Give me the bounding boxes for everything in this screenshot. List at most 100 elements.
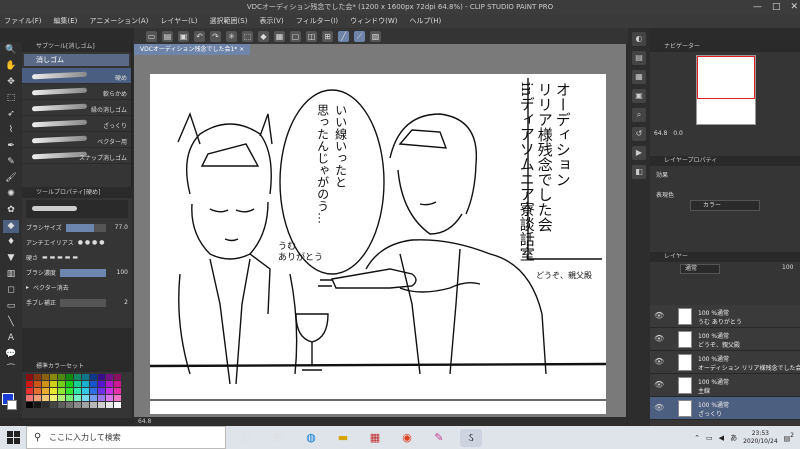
color-swatch[interactable] bbox=[114, 395, 121, 401]
save-icon[interactable]: ▣ bbox=[178, 30, 189, 42]
subtool-tab-eraser[interactable]: 消しゴム bbox=[24, 54, 129, 66]
item-bank-icon[interactable]: ◧ bbox=[632, 165, 646, 179]
color-swatch[interactable] bbox=[58, 388, 65, 394]
color-swatch[interactable] bbox=[98, 381, 105, 387]
stabilization-slider[interactable] bbox=[60, 298, 106, 307]
fill-icon[interactable]: ◆ bbox=[258, 30, 269, 42]
color-swatch[interactable] bbox=[26, 374, 33, 380]
invert-icon[interactable]: ◫ bbox=[306, 30, 317, 42]
zoom-tool-icon[interactable]: 🔍 bbox=[3, 44, 19, 57]
menu-help[interactable]: ヘルプ(H) bbox=[409, 16, 441, 26]
file-explorer-icon[interactable]: ▬ bbox=[332, 429, 354, 447]
decoration-tool-icon[interactable]: ✿ bbox=[3, 204, 19, 217]
menu-window[interactable]: ウィンドウ(W) bbox=[350, 16, 397, 26]
select-all-icon[interactable]: ▦ bbox=[274, 30, 285, 42]
color-swatch[interactable] bbox=[74, 388, 81, 394]
layer-row[interactable]: 👁 100 %通常 オーディション リリア様残念でした会 inディア bbox=[650, 351, 800, 374]
color-swatch[interactable] bbox=[114, 388, 121, 394]
blend-tool-icon[interactable]: ♦ bbox=[3, 236, 19, 249]
color-swatch[interactable] bbox=[74, 395, 81, 401]
color-swatch[interactable] bbox=[42, 395, 49, 401]
blend-mode-select[interactable]: 通常 bbox=[680, 264, 720, 274]
ruler-tool-icon[interactable]: ╲ bbox=[3, 316, 19, 329]
brush-size-slider[interactable] bbox=[65, 223, 106, 232]
color-swatch[interactable] bbox=[42, 381, 49, 387]
color-swatch[interactable] bbox=[74, 381, 81, 387]
color-swatch[interactable] bbox=[66, 395, 73, 401]
canvas-area[interactable]: VDCオーディション残念でした会1* × オーディション リリア様残念でした会 … bbox=[134, 44, 626, 418]
color-swatch[interactable] bbox=[66, 388, 73, 394]
color-swatch[interactable] bbox=[58, 402, 65, 408]
layer-opacity-value[interactable]: 100 bbox=[782, 264, 793, 271]
brush-item[interactable]: 軟らかめ bbox=[22, 84, 131, 100]
color-swatch[interactable] bbox=[74, 374, 81, 380]
layer-row[interactable]: 👁 100 %通常 うむ ありがとう bbox=[650, 305, 800, 328]
clip-studio-paint-icon[interactable]: ✎ bbox=[428, 429, 450, 447]
menu-edit[interactable]: 編集(E) bbox=[54, 16, 78, 26]
undo-icon[interactable]: ↶ bbox=[194, 30, 205, 42]
antialias-options[interactable]: ● ● ● ● bbox=[78, 239, 105, 246]
airbrush-tool-icon[interactable]: ✺ bbox=[3, 188, 19, 201]
material-icon[interactable]: ▣ bbox=[632, 89, 646, 103]
brush-item[interactable]: スナップ消しゴム bbox=[22, 148, 131, 164]
color-swatch[interactable] bbox=[26, 395, 33, 401]
color-swatch[interactable] bbox=[90, 374, 97, 380]
eraser-tool-icon[interactable]: ◆ bbox=[3, 220, 19, 233]
navigator-zoom-value[interactable]: 64.8 bbox=[654, 130, 667, 137]
canvas-zoom-value[interactable]: 64.8 bbox=[138, 418, 151, 425]
network-icon[interactable]: ▭ bbox=[706, 434, 713, 442]
color-swatch[interactable] bbox=[114, 402, 121, 408]
color-swatch[interactable] bbox=[58, 374, 65, 380]
menu-file[interactable]: ファイル(F) bbox=[4, 16, 42, 26]
background-color-swatch[interactable] bbox=[7, 400, 17, 410]
color-slider-icon[interactable]: ▤ bbox=[632, 51, 646, 65]
task-view-icon[interactable]: ○ bbox=[236, 429, 258, 447]
color-swatch[interactable] bbox=[26, 381, 33, 387]
eye-icon[interactable]: 👁 bbox=[654, 380, 664, 389]
start-button[interactable] bbox=[0, 426, 26, 449]
color-swatch[interactable] bbox=[50, 381, 57, 387]
brush-item[interactable]: 縁の消しゴム bbox=[22, 100, 131, 116]
color-swatch[interactable] bbox=[114, 374, 121, 380]
clip-studio-icon[interactable]: ઽ bbox=[460, 428, 482, 447]
chevron-up-icon[interactable]: ⌃ bbox=[694, 434, 700, 442]
color-swatch[interactable] bbox=[90, 395, 97, 401]
color-swatch[interactable] bbox=[58, 381, 65, 387]
store-icon[interactable]: ▦ bbox=[364, 429, 386, 447]
color-swatch[interactable] bbox=[50, 395, 57, 401]
clear-icon[interactable]: ✳ bbox=[226, 30, 237, 42]
color-swatch[interactable] bbox=[26, 388, 33, 394]
color-swatch[interactable] bbox=[58, 395, 65, 401]
snap-ruler-icon[interactable]: ╱ bbox=[338, 30, 349, 42]
color-swatch[interactable] bbox=[106, 374, 113, 380]
deselect-icon[interactable]: ▢ bbox=[290, 30, 301, 42]
lasso-tool-icon[interactable]: ➶ bbox=[3, 108, 19, 121]
eyedropper-tool-icon[interactable]: ⌇ bbox=[3, 124, 19, 137]
menu-filter[interactable]: フィルター(I) bbox=[296, 16, 338, 26]
color-swatch[interactable] bbox=[98, 388, 105, 394]
color-wheel-icon[interactable]: ◐ bbox=[632, 32, 646, 46]
navigator-angle-value[interactable]: 0.0 bbox=[673, 130, 683, 137]
transform-icon[interactable]: ⬚ bbox=[242, 30, 253, 42]
taskbar-search-input[interactable]: ⚲ ここに入力して検索 bbox=[26, 426, 226, 449]
color-swatch[interactable] bbox=[34, 381, 41, 387]
color-swatch[interactable] bbox=[50, 374, 57, 380]
color-swatch[interactable] bbox=[66, 381, 73, 387]
line-correction-tool-icon[interactable]: ⁀ bbox=[3, 364, 19, 377]
text-tool-icon[interactable]: A bbox=[3, 332, 19, 345]
snap-icon[interactable]: ⊞ bbox=[322, 30, 333, 42]
snap-special-ruler-icon[interactable]: ⟋ bbox=[354, 30, 365, 42]
color-swatch[interactable] bbox=[42, 374, 49, 380]
color-swatch[interactable] bbox=[50, 402, 57, 408]
eye-icon[interactable]: 👁 bbox=[654, 311, 664, 320]
brush-item[interactable]: ざっくり bbox=[22, 116, 131, 132]
edge-icon[interactable]: ◍ bbox=[300, 429, 322, 447]
color-swatch[interactable] bbox=[34, 388, 41, 394]
color-swatch[interactable] bbox=[82, 381, 89, 387]
menu-selection[interactable]: 選択範囲(S) bbox=[210, 16, 248, 26]
menu-animation[interactable]: アニメーション(A) bbox=[89, 16, 148, 26]
color-swatch[interactable] bbox=[98, 402, 105, 408]
brush-item[interactable]: ベクター用 bbox=[22, 132, 131, 148]
navigator-thumbnail[interactable] bbox=[696, 55, 756, 125]
vector-erase-checkbox[interactable]: ▸ bbox=[26, 284, 29, 291]
